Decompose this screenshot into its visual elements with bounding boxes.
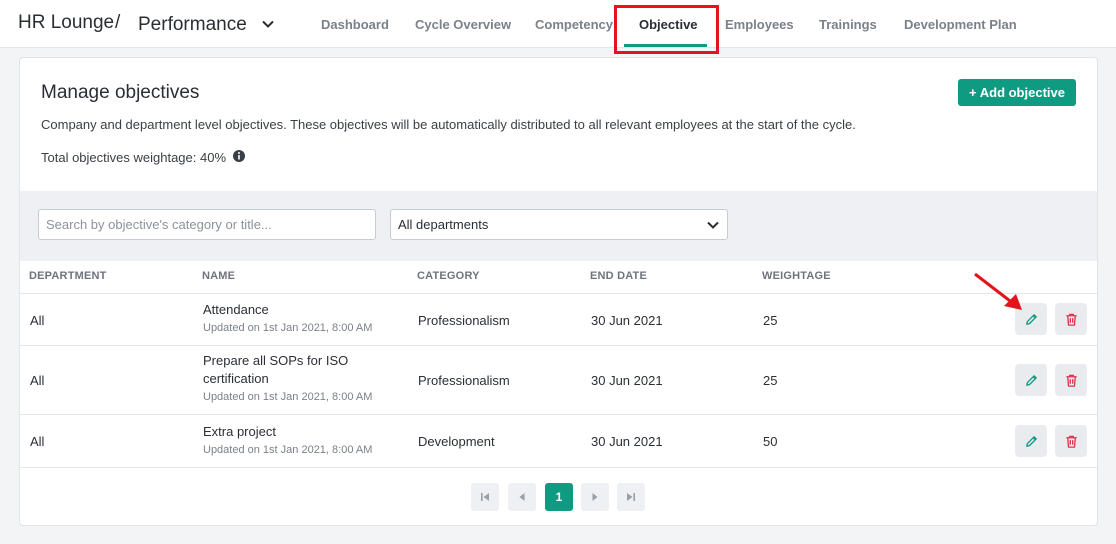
search-input[interactable] <box>38 209 376 240</box>
row-department: All <box>30 373 45 388</box>
breadcrumb-page[interactable]: Performance <box>138 14 247 36</box>
filter-bar: All departments <box>20 191 1097 261</box>
row-department: All <box>30 434 45 449</box>
trash-icon <box>1065 374 1077 387</box>
tab-employees[interactable]: Employees <box>725 17 794 32</box>
active-tab-indicator <box>624 44 707 47</box>
tab-competency[interactable]: Competency <box>535 17 613 32</box>
last-page-button[interactable] <box>617 483 645 511</box>
trash-icon <box>1065 313 1077 326</box>
column-header-end-date: END DATE <box>590 270 648 282</box>
row-name: Extra project <box>203 424 276 439</box>
tab-cycle-overview[interactable]: Cycle Overview <box>415 17 511 32</box>
pencil-icon <box>1025 435 1037 447</box>
table-row: All Attendance Updated on 1st Jan 2021, … <box>20 294 1097 346</box>
edit-button[interactable] <box>1015 364 1047 396</box>
column-header-category: CATEGORY <box>417 270 480 282</box>
pencil-icon <box>1025 313 1037 325</box>
tab-trainings[interactable]: Trainings <box>819 17 877 32</box>
row-updated: Updated on 1st Jan 2021, 8:00 AM <box>203 444 373 456</box>
tab-dashboard[interactable]: Dashboard <box>321 17 389 32</box>
delete-button[interactable] <box>1055 364 1087 396</box>
column-header-name: NAME <box>202 270 236 282</box>
pencil-icon <box>1025 374 1037 386</box>
row-updated: Updated on 1st Jan 2021, 8:00 AM <box>203 391 373 403</box>
prev-page-icon <box>519 493 525 501</box>
chevron-down-icon <box>707 221 719 229</box>
row-end-date: 30 Jun 2021 <box>591 434 663 449</box>
breadcrumb-separator: / <box>115 12 121 33</box>
add-objective-button[interactable]: + Add objective <box>958 79 1076 106</box>
table-row: All Extra project Updated on 1st Jan 202… <box>20 415 1097 468</box>
row-name: Attendance <box>203 302 269 317</box>
row-weightage: 50 <box>763 434 778 449</box>
breadcrumb-app[interactable]: HR Lounge <box>18 12 114 34</box>
row-category: Development <box>418 434 495 449</box>
trash-icon <box>1065 435 1077 448</box>
next-page-button[interactable] <box>581 483 609 511</box>
last-page-icon <box>627 493 635 501</box>
tab-development-plan[interactable]: Development Plan <box>904 17 1017 32</box>
row-category: Professionalism <box>418 313 510 328</box>
page-title: Manage objectives <box>41 82 200 103</box>
column-header-weightage: WEIGHTAGE <box>762 270 831 282</box>
row-end-date: 30 Jun 2021 <box>591 313 663 328</box>
column-header-department: DEPARTMENT <box>29 270 107 282</box>
row-weightage: 25 <box>763 313 778 328</box>
department-select[interactable]: All departments <box>390 209 728 240</box>
row-department: All <box>30 313 45 328</box>
prev-page-button[interactable] <box>508 483 536 511</box>
row-category: Professionalism <box>418 373 510 388</box>
page-description: Company and department level objectives.… <box>41 117 856 132</box>
tab-objective[interactable]: Objective <box>639 17 698 32</box>
row-name: Prepare all SOPs for ISO certification <box>203 353 349 386</box>
info-icon[interactable] <box>232 149 246 163</box>
edit-button[interactable] <box>1015 425 1047 457</box>
total-weightage: Total objectives weightage: 40% <box>41 150 227 165</box>
row-end-date: 30 Jun 2021 <box>591 373 663 388</box>
edit-button[interactable] <box>1015 303 1047 335</box>
table-row: All Prepare all SOPs for ISO certificati… <box>20 346 1097 415</box>
top-navigation-bar: HR Lounge / Performance Dashboard Cycle … <box>0 0 1116 48</box>
first-page-button[interactable] <box>471 483 499 511</box>
delete-button[interactable] <box>1055 303 1087 335</box>
first-page-icon <box>481 493 489 501</box>
department-select-value: All departments <box>398 217 489 232</box>
delete-button[interactable] <box>1055 425 1087 457</box>
next-page-icon <box>592 493 598 501</box>
page-1-button[interactable]: 1 <box>545 483 573 511</box>
row-updated: Updated on 1st Jan 2021, 8:00 AM <box>203 322 373 334</box>
row-weightage: 25 <box>763 373 778 388</box>
objectives-card: Manage objectives Company and department… <box>19 57 1098 526</box>
chevron-down-icon[interactable] <box>260 16 276 32</box>
divider <box>20 467 1097 468</box>
